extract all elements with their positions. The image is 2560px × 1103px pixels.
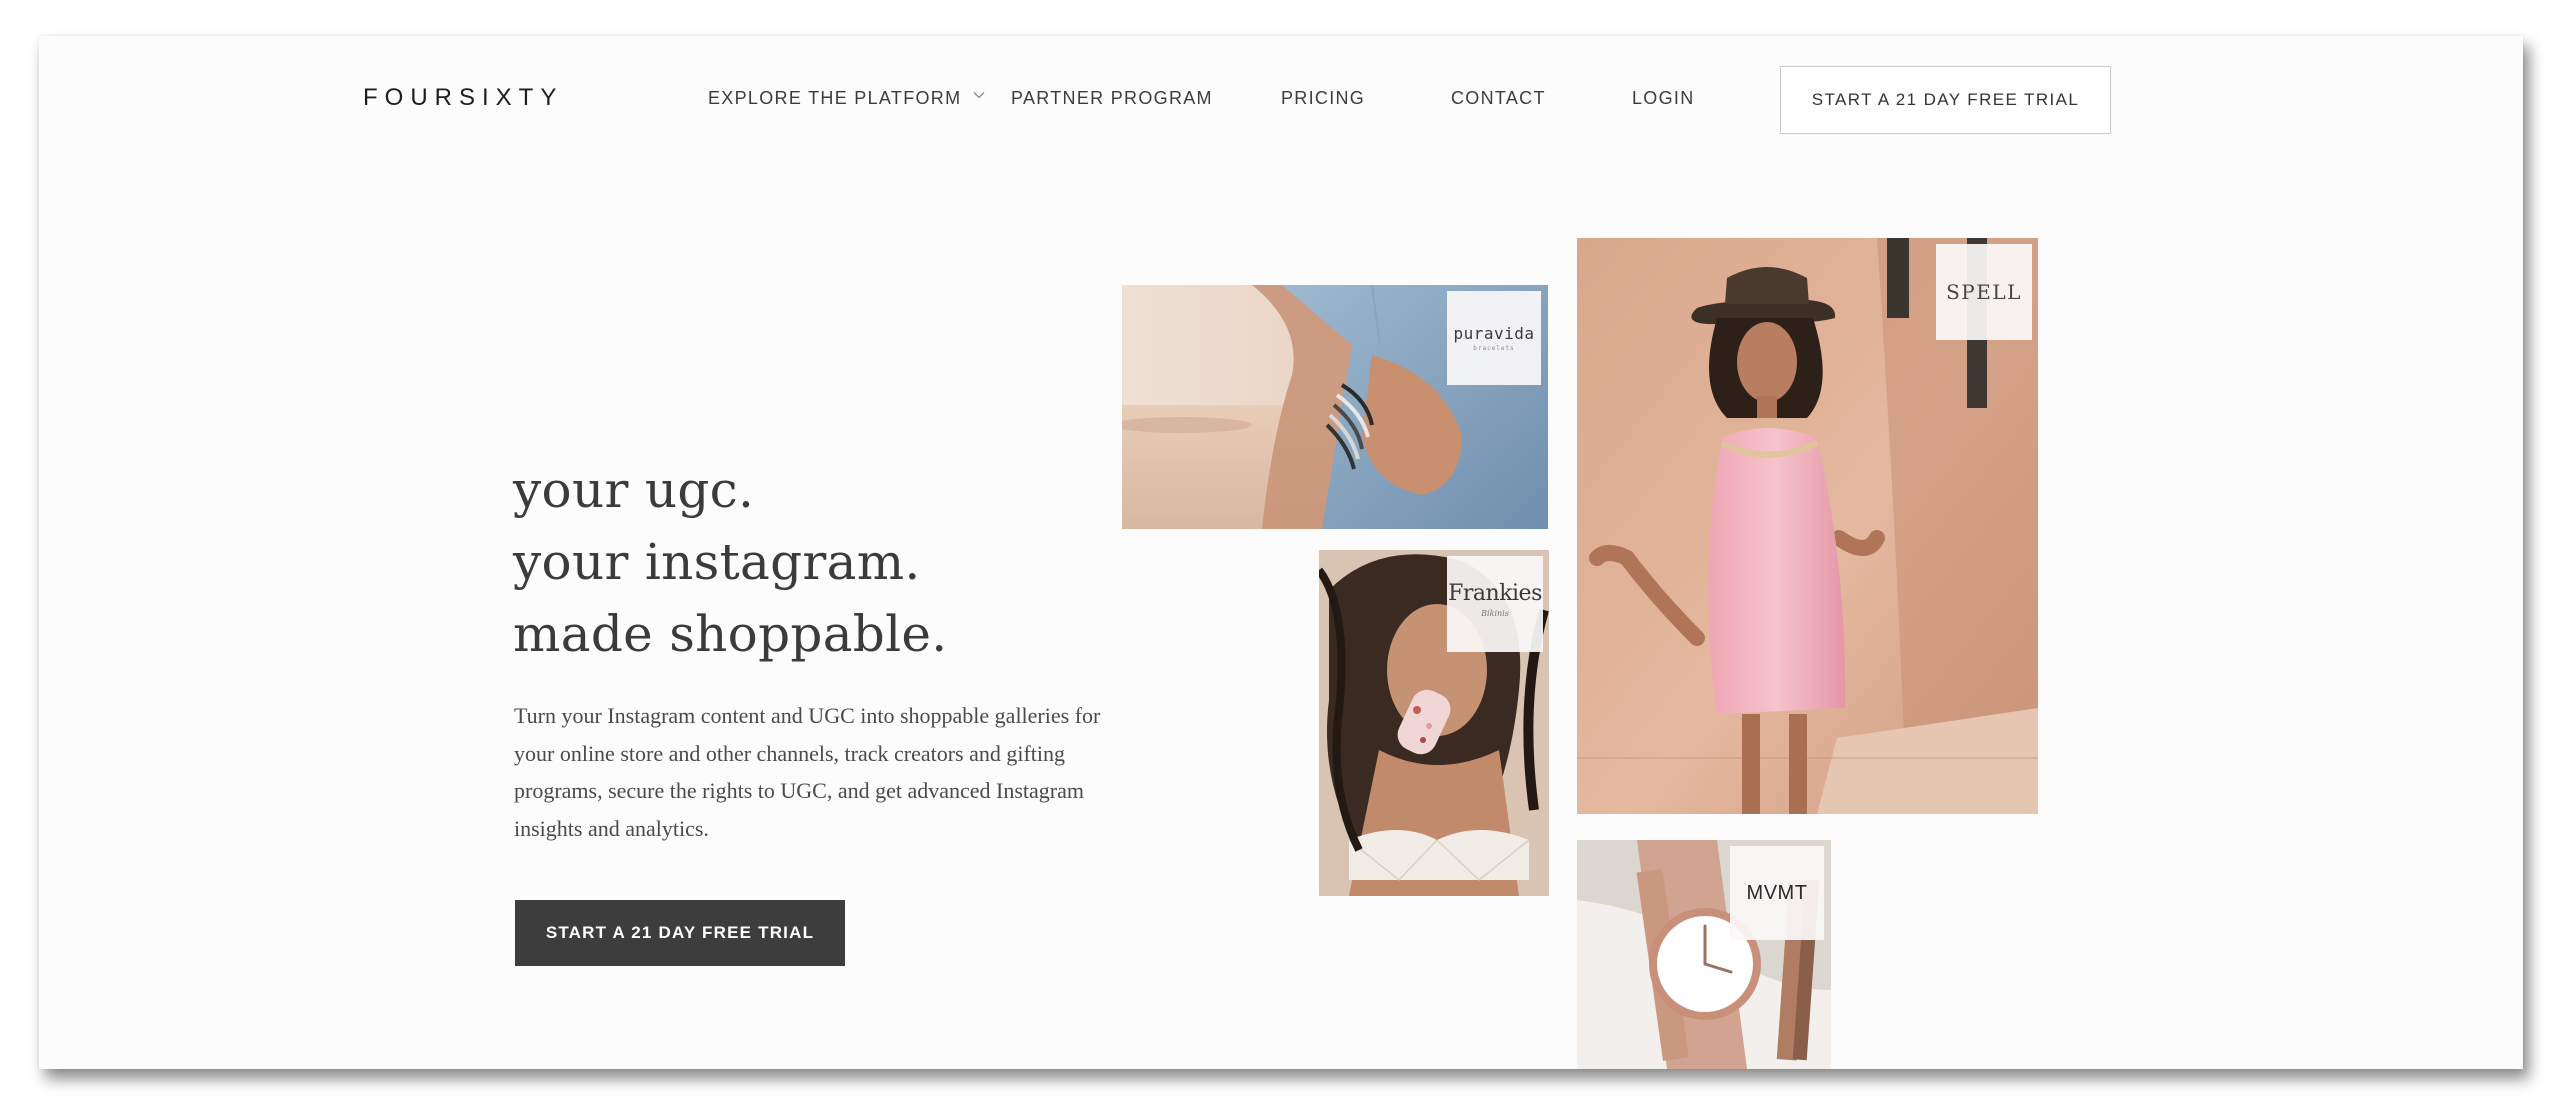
spell-brand-tag: SPELL — [1936, 244, 2032, 340]
frankies-brand-tag: Frankies Bikinis — [1447, 556, 1543, 652]
puravida-brand-tag: puravida bracelets — [1447, 291, 1541, 385]
headline-line-3: made shoppable. — [513, 605, 948, 663]
hero-subcopy: Turn your Instagram content and UGC into… — [514, 703, 1101, 841]
foursixty-logo[interactable]: FOURSIXTY — [363, 84, 563, 112]
nav-login[interactable]: LOGIN — [1632, 88, 1695, 109]
woman-popsicle-photo[interactable]: Frankies Bikinis — [1319, 550, 1549, 896]
landing-page: FOURSIXTY EXPLORE THE PLATFORM PARTNER P… — [39, 36, 2523, 1069]
mvmt-brand-tag: MVMT — [1730, 846, 1824, 940]
nav-explore-platform-label: EXPLORE THE PLATFORM — [708, 88, 962, 108]
frankies-brand-label: Frankies — [1448, 581, 1542, 606]
puravida-brand-label: puravida — [1453, 324, 1535, 343]
bracelets-photo[interactable]: puravida bracelets — [1122, 285, 1548, 529]
puravida-brand-sub: bracelets — [1473, 345, 1515, 352]
header-free-trial-button[interactable]: START A 21 DAY FREE TRIAL — [1780, 66, 2111, 134]
hero-free-trial-button[interactable]: START A 21 DAY FREE TRIAL — [515, 900, 845, 966]
mvmt-brand-label: MVMT — [1746, 881, 1808, 904]
headline-line-1: your ugc. — [513, 461, 755, 519]
headline-line-2: your instagram. — [513, 533, 921, 591]
nav-explore-platform[interactable]: EXPLORE THE PLATFORM — [708, 88, 985, 109]
hero-headline: your ugc. your instagram. made shoppable… — [513, 454, 947, 670]
frankies-brand-sub: Bikinis — [1481, 609, 1509, 618]
nav-pricing[interactable]: PRICING — [1281, 88, 1365, 109]
woman-pink-dress-photo[interactable]: SPELL — [1577, 238, 2038, 814]
spell-brand-label: SPELL — [1946, 280, 2022, 304]
nav-partner-program[interactable]: PARTNER PROGRAM — [1011, 88, 1213, 109]
nav-contact[interactable]: CONTACT — [1451, 88, 1546, 109]
chevron-down-icon — [973, 92, 985, 99]
wristwatch-photo[interactable]: MVMT — [1577, 840, 1831, 1069]
